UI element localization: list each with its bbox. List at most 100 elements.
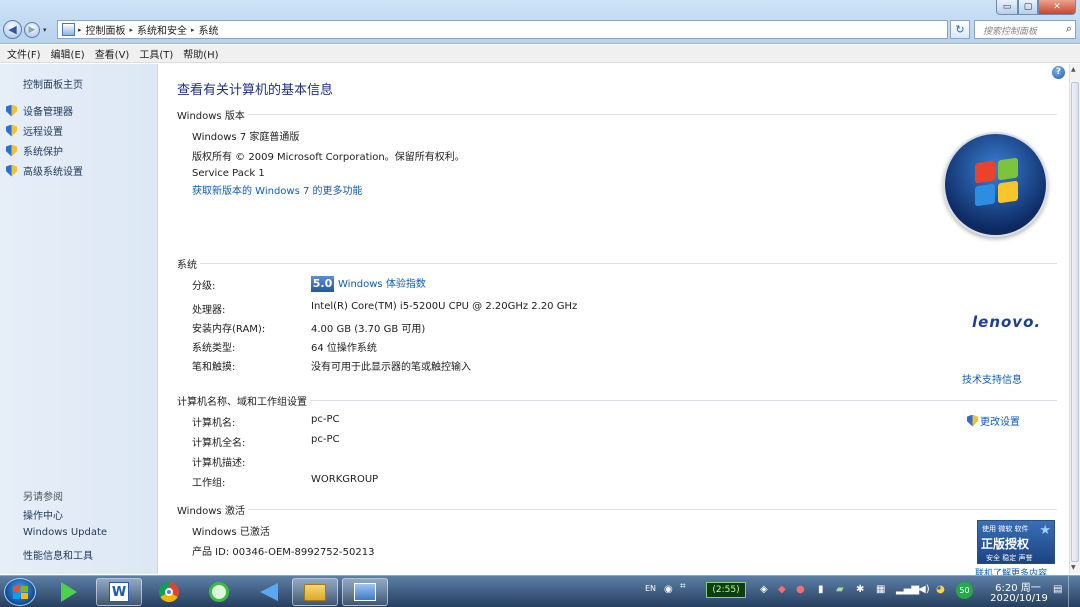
help-tray-icon[interactable]: ◉ [664,584,673,595]
word-icon[interactable]: W [96,578,142,606]
section-system: 系统 [177,256,1057,271]
ram-value: 4.00 GB (3.70 GB 可用) [311,324,426,335]
help-icon[interactable]: ? [1052,66,1065,79]
experience-index-badge[interactable]: 5.0 [311,276,334,292]
uac-shield-icon [6,104,17,117]
ime-icon[interactable]: ⌗ [680,581,686,592]
media-player-icon[interactable] [46,578,92,606]
copyright-text: 版权所有 © 2009 Microsoft Corporation。保留所有权利… [192,152,465,163]
breadcrumb-system-security[interactable]: 系统和安全 [137,22,187,37]
ie-browser-icon[interactable] [196,578,242,606]
menu-help[interactable]: 帮助(H) [183,46,218,61]
scroll-up-icon[interactable]: ▲ [1071,66,1076,73]
menu-file[interactable]: 文件(F) [7,46,41,61]
search-input[interactable]: 搜索控制面板 ⌕ [974,20,1076,39]
sidebar-home-link[interactable]: 控制面板主页 [23,76,83,91]
page-title: 查看有关计算机的基本信息 [177,83,334,98]
forward-button[interactable]: ▶ [24,22,40,38]
antivirus-icon[interactable]: ● [796,584,805,595]
search-placeholder: 搜索控制面板 [983,27,1038,37]
pen-touch-value: 没有可用于此显示器的笔或触控输入 [311,362,471,373]
language-indicator[interactable]: EN [645,584,656,593]
system-type-value: 64 位操作系统 [311,343,377,354]
breadcrumb-separator-icon[interactable]: ▸ [191,26,195,34]
workgroup-label: 工作组: [192,478,226,489]
sidebar-item-system-protection[interactable]: 系统保护 [6,143,63,158]
menu-edit[interactable]: 编辑(E) [51,46,85,61]
battery-timer[interactable]: (2:55) [706,582,746,598]
breadcrumb-system[interactable]: 系统 [199,22,219,37]
vertical-scrollbar[interactable]: ▲ ▼ [1069,64,1080,574]
menu-tools[interactable]: 工具(T) [139,46,173,61]
back-button[interactable]: ◀ [3,20,22,39]
breadcrumb-separator-icon[interactable]: ▸ [78,26,82,34]
see-also-action-center[interactable]: 操作中心 [23,507,63,522]
bluetooth-icon[interactable]: ✱ [856,584,864,595]
refresh-icon[interactable]: ↻ [950,20,970,39]
battery-icon[interactable]: ▰ [836,584,844,595]
main-content: ? ▲ ▼ 查看有关计算机的基本信息 Windows 版本 Windows 7 … [159,64,1080,579]
computer-description-label: 计算机描述: [192,458,246,469]
rating-value[interactable]: 5.0 Windows 体验指数 [311,275,426,292]
address-bar[interactable]: ▸ 控制面板 ▸ 系统和安全 ▸ 系统 ▾ [57,20,997,39]
shield-tray-icon[interactable]: ◈ [760,584,768,595]
start-button[interactable] [4,578,36,606]
control-panel-taskbar-icon[interactable] [342,578,388,606]
file-explorer-icon[interactable] [292,578,338,606]
activation-status: Windows 已激活 [192,527,270,538]
uac-shield-icon [6,144,17,157]
menu-bar: 文件(F) 编辑(E) 查看(V) 工具(T) 帮助(H) [0,45,1080,63]
usb-icon[interactable]: ▮ [818,584,824,595]
close-button[interactable]: ✕ [1038,0,1076,15]
windows-upgrade-link[interactable]: 获取新版本的 Windows 7 的更多功能 [192,182,363,197]
feishu-icon[interactable] [246,578,292,606]
title-bar: ▭ ▢ ✕ ◀ ▶ ▾ ▸ 控制面板 ▸ 系统和安全 ▸ 系统 ▾ ↻ 搜索控制… [0,0,1080,44]
security-icon[interactable]: ◆ [778,584,786,595]
maximize-button[interactable]: ▢ [1018,0,1038,15]
search-icon[interactable]: ⌕ [1066,22,1072,36]
breadcrumb-separator-icon[interactable]: ▸ [130,26,134,34]
genuine-software-badge: 使用 微软 软件 正版授权 安全 稳定 声誉 ★ [977,520,1055,564]
clock-time[interactable]: 6:20 周一 [992,579,1044,594]
change-settings-link[interactable]: 更改设置 [967,413,1020,428]
system-tray: EN ◉ ⌗ (2:55) ◈ ◆ ● ▮ ▰ ✱ ▦ ▂▄▆ ◀) ◕ 50 … [640,576,1080,607]
product-id: 产品 ID: 00346-OEM-8992752-50213 [192,547,375,558]
recent-pages-dropdown-icon[interactable]: ▾ [43,26,47,34]
menu-view[interactable]: 查看(V) [95,46,130,61]
edition-name: Windows 7 家庭普通版 [192,132,300,143]
score-badge[interactable]: 50 [956,582,973,599]
service-pack: Service Pack 1 [192,168,265,179]
uac-shield-icon [6,124,17,137]
network-icon[interactable]: ▦ [876,584,885,595]
scroll-down-icon[interactable]: ▼ [1071,564,1076,571]
rating-label: 分级: [192,281,216,292]
processor-value: Intel(R) Core(TM) i5-5200U CPU @ 2.20GHz… [311,301,578,312]
minimize-button[interactable]: ▭ [996,0,1018,15]
see-also-heading: 另请参阅 [23,492,63,503]
action-center-icon[interactable]: ▤ [1053,584,1062,595]
pen-touch-label: 笔和触摸: [192,362,236,373]
computer-fullname-label: 计算机全名: [192,438,246,449]
taskbar: W EN ◉ ⌗ (2:55) ◈ ◆ ● ▮ ▰ ✱ ▦ ▂▄▆ ◀) ◕ 5… [0,575,1080,607]
windows-logo-icon [943,132,1048,237]
show-desktop-button[interactable] [1068,576,1080,607]
sidebar-item-device-manager[interactable]: 设备管理器 [6,103,73,118]
sidebar: 控制面板主页 设备管理器 远程设置 系统保护 高级系统设置 另请参阅 操作中心 … [0,64,158,574]
computer-name-label: 计算机名: [192,418,236,429]
sidebar-item-advanced-settings[interactable]: 高级系统设置 [6,163,83,178]
signal-icon[interactable]: ▂▄▆ [896,584,919,595]
support-info-link[interactable]: 技术支持信息 [962,371,1022,386]
clock-date[interactable]: 2020/10/19 [987,593,1051,604]
uac-shield-icon [6,164,17,177]
sidebar-item-remote-settings[interactable]: 远程设置 [6,123,63,138]
uac-shield-icon [967,414,978,427]
chrome-icon[interactable] [146,578,192,606]
experience-index-link[interactable]: Windows 体验指数 [338,279,426,290]
scroll-thumb[interactable] [1071,82,1079,562]
notification-icon[interactable]: ◕ [936,584,945,595]
breadcrumb-control-panel[interactable]: 控制面板 [86,22,126,37]
see-also-performance-tools[interactable]: 性能信息和工具 [23,547,93,562]
volume-icon[interactable]: ◀) [918,584,930,595]
see-also-windows-update[interactable]: Windows Update [23,527,107,538]
section-windows-edition: Windows 版本 [177,107,1057,122]
